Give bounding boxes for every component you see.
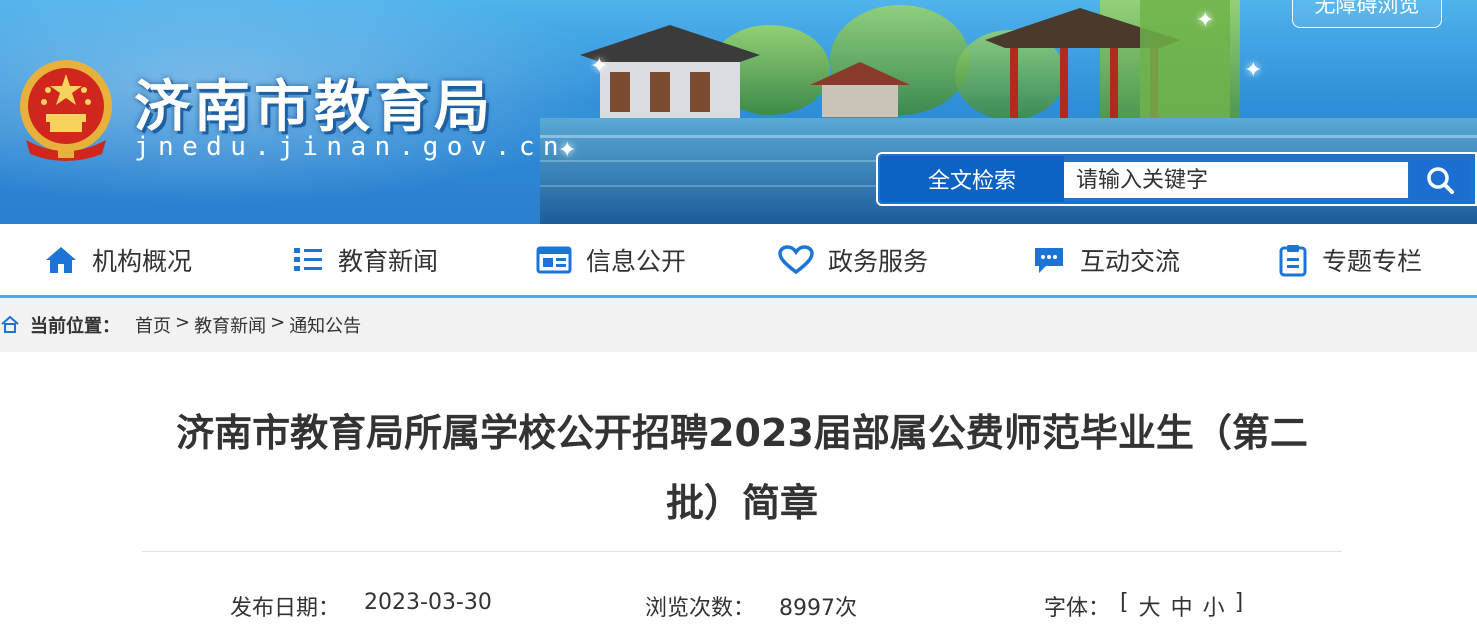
nav-item-label: 专题专栏 xyxy=(1322,247,1423,276)
view-count-value: 8997次 xyxy=(779,596,858,621)
breadcrumb-links: 首页 > 教育新闻 > 通知公告 xyxy=(135,312,361,338)
accessibility-button[interactable]: 无障碍浏览 xyxy=(1292,0,1442,28)
publish-date-value: 2023-03-30 xyxy=(364,590,492,615)
font-size-label: 字体： xyxy=(1044,596,1111,621)
article-title: 济南市教育局所属学校公开招聘2023届部属公费师范毕业生（第二 批）简章 xyxy=(142,398,1342,538)
article-title-line2: 批）简章 xyxy=(665,481,818,525)
sparkle-icon: ✦ xyxy=(1196,8,1215,33)
bracket-close: ] xyxy=(1234,590,1244,615)
breadcrumb-label: 当前位置： xyxy=(30,316,120,337)
nav-item-disclosure[interactable]: 信息公开 xyxy=(536,224,686,296)
nav-item-interaction[interactable]: 互动交流 xyxy=(1032,224,1180,296)
nav-item-label: 机构概况 xyxy=(92,247,193,276)
list-icon xyxy=(294,248,322,271)
site-domain: jnedu.jinan.gov.cn xyxy=(134,132,567,162)
site-title: 济南市教育局 xyxy=(134,74,494,140)
breadcrumb-link-news[interactable]: 教育新闻 xyxy=(194,312,266,338)
sparkle-icon: ✦ xyxy=(1244,58,1263,83)
view-count: 浏览次数： 8997次 xyxy=(645,590,857,622)
nav-item-about[interactable]: 机构概况 xyxy=(44,224,192,296)
search-input[interactable] xyxy=(1064,162,1408,198)
breadcrumb-separator: > xyxy=(175,312,191,333)
publish-date: 发布日期： 2023-03-30 xyxy=(230,590,492,622)
font-size-control: 字体： [ 大 中 小 ] xyxy=(1044,590,1243,622)
bracket-open: [ xyxy=(1120,590,1129,615)
clipboard-icon xyxy=(1279,245,1307,277)
main-nav: 机构概况 教育新闻 信息公开 政务服务 互动交流 专题专栏 xyxy=(0,224,1477,298)
nav-item-label: 教育新闻 xyxy=(338,247,439,276)
search-label: 全文检索 xyxy=(880,156,1064,202)
publish-date-label: 发布日期： xyxy=(230,596,341,621)
search-button[interactable] xyxy=(1410,160,1470,200)
nav-item-topics[interactable]: 专题专栏 xyxy=(1278,224,1422,296)
nav-item-label: 信息公开 xyxy=(586,247,687,276)
home-icon xyxy=(1,315,19,333)
sparkle-icon: ✦ xyxy=(590,54,609,79)
nav-item-label: 互动交流 xyxy=(1080,247,1181,276)
view-count-label: 浏览次数： xyxy=(645,596,756,621)
font-size-medium-button[interactable]: 中 xyxy=(1171,590,1193,622)
nav-item-services[interactable]: 政务服务 xyxy=(778,224,928,296)
breadcrumb-separator: > xyxy=(270,312,286,333)
font-size-large-button[interactable]: 大 xyxy=(1139,590,1161,622)
chat-icon xyxy=(1035,248,1063,273)
breadcrumb-link-home[interactable]: 首页 xyxy=(135,312,171,338)
national-emblem-logo xyxy=(20,60,112,161)
article-title-line1: 济南市教育局所属学校公开招聘2023届部属公费师范毕业生（第二 xyxy=(176,411,1308,455)
nav-item-label: 政务服务 xyxy=(828,247,929,276)
divider xyxy=(142,551,1342,552)
document-icon xyxy=(536,246,572,274)
header-banner: ✦ ✦ ✦ ✦ 济南市教育局 jnedu.jinan.gov.cn 无障碍浏览 … xyxy=(0,0,1477,224)
nav-item-news[interactable]: 教育新闻 xyxy=(292,224,438,296)
font-size-small-button[interactable]: 小 xyxy=(1203,590,1225,622)
search-icon xyxy=(1427,167,1454,194)
heart-icon xyxy=(778,245,814,275)
home-icon xyxy=(46,247,76,273)
breadcrumb-link-notices[interactable]: 通知公告 xyxy=(289,312,361,338)
breadcrumb: 当前位置： 首页 > 教育新闻 > 通知公告 xyxy=(0,298,1477,352)
